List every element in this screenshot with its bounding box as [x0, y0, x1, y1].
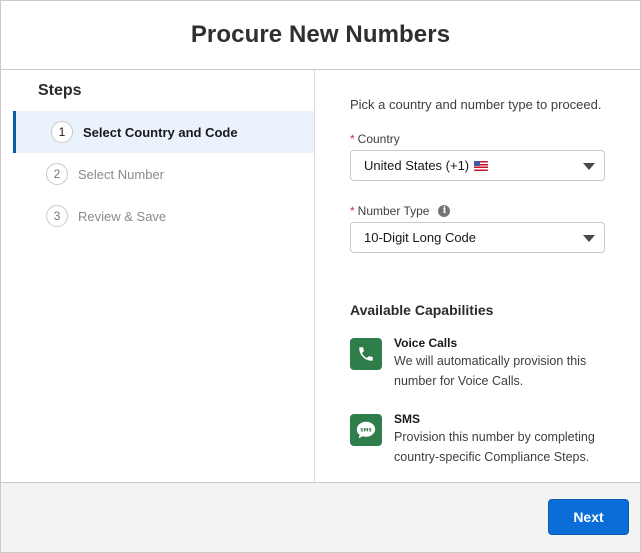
capability-sms: SMS SMS Provision this number by complet… [350, 412, 614, 467]
number-type-label-text: Number Type [357, 204, 430, 218]
number-type-select[interactable]: 10-Digit Long Code [350, 222, 605, 253]
procure-numbers-modal: Procure New Numbers Steps 1 Select Count… [0, 0, 641, 553]
step-number-badge: 3 [46, 205, 68, 227]
sms-icon: SMS [350, 414, 382, 446]
us-flag-icon [474, 160, 489, 171]
chevron-down-icon [583, 163, 595, 170]
step-number-badge: 2 [46, 163, 68, 185]
form-panel: Pick a country and number type to procee… [315, 70, 640, 482]
country-label-text: Country [357, 132, 400, 146]
capability-description: We will automatically provision this num… [394, 354, 587, 388]
intro-text: Pick a country and number type to procee… [350, 97, 602, 112]
capability-title: SMS [394, 412, 421, 426]
next-button[interactable]: Next [548, 499, 629, 535]
step-select-country[interactable]: 1 Select Country and Code [13, 111, 314, 153]
required-marker: * [350, 204, 355, 218]
modal-title: Procure New Numbers [190, 21, 451, 48]
info-icon[interactable]: i [438, 205, 451, 217]
svg-text:SMS: SMS [360, 427, 372, 433]
capability-voice-calls: Voice Calls We will automatically provis… [350, 336, 614, 391]
country-label: * Country [350, 132, 400, 146]
modal-body: Steps 1 Select Country and Code 2 Select… [1, 70, 640, 482]
step-number-badge: 1 [51, 121, 73, 143]
step-select-number[interactable]: 2 Select Number [13, 153, 314, 195]
modal-footer: Next [1, 482, 640, 552]
modal-header: Procure New Numbers [1, 1, 640, 70]
country-select[interactable]: United States (+1) [350, 150, 605, 181]
chevron-down-icon [583, 235, 595, 242]
step-label: Select Country and Code [83, 124, 238, 140]
number-type-value: 10-Digit Long Code [364, 230, 477, 245]
phone-icon [350, 338, 382, 370]
steps-heading: Steps [38, 82, 82, 99]
step-label: Review & Save [78, 208, 167, 224]
step-review-save[interactable]: 3 Review & Save [13, 195, 314, 237]
required-marker: * [350, 132, 355, 146]
step-label: Select Number [78, 166, 164, 182]
capabilities-heading: Available Capabilities [350, 302, 494, 318]
number-type-label: * Number Type i [350, 204, 451, 218]
capability-description: Provision this number by completing coun… [394, 430, 595, 464]
capability-title: Voice Calls [394, 336, 458, 350]
steps-panel: Steps 1 Select Country and Code 2 Select… [1, 70, 315, 482]
country-value: United States (+1) [364, 158, 470, 173]
